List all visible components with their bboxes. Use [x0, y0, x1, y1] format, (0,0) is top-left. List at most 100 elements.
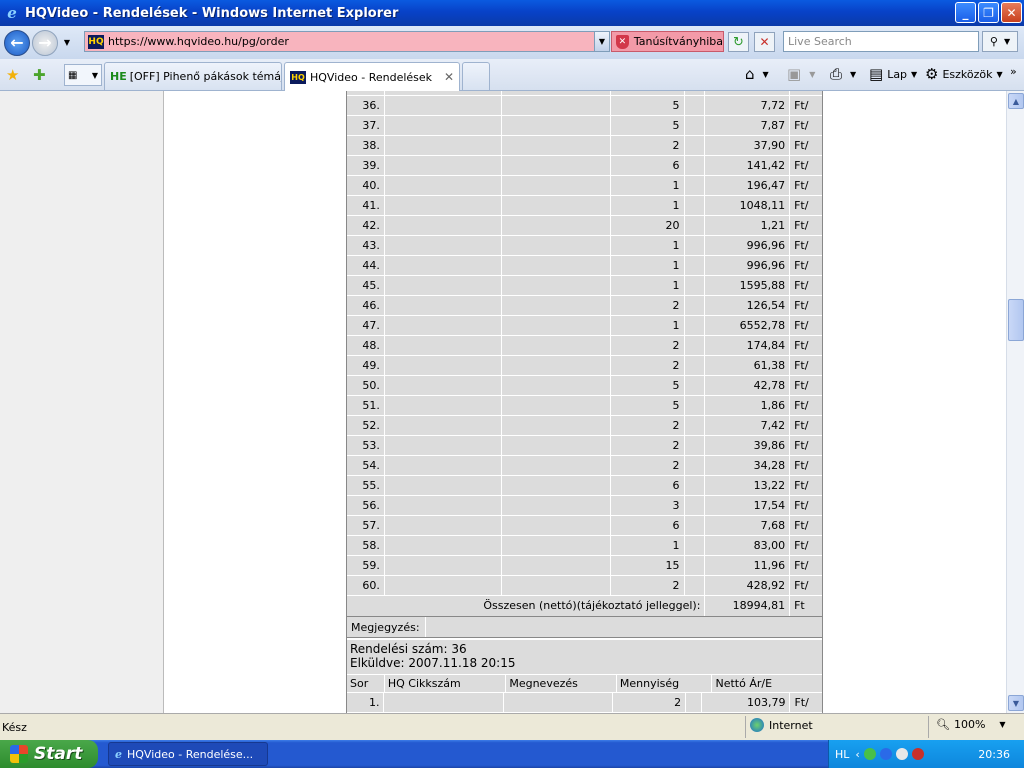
page-menu[interactable]: ▤ Lap ▼ — [869, 65, 917, 83]
row-spacer — [685, 356, 706, 375]
row-megnevezes — [502, 236, 611, 255]
security-zone[interactable]: Internet — [750, 718, 813, 732]
taskbar-item-label: HQVideo - Rendelése... — [127, 747, 254, 761]
tray-app-icon[interactable] — [879, 748, 892, 760]
row-ar: 996,96 — [705, 256, 791, 275]
new-tab-button[interactable] — [462, 62, 490, 90]
close-button[interactable]: ✕ — [1001, 2, 1022, 23]
table-row: 1. 2 103,79 Ft/ — [347, 693, 822, 713]
minimize-button[interactable]: _ — [955, 2, 976, 23]
row-megnevezes — [502, 436, 611, 455]
quick-tabs-button[interactable]: ▦ ▼ — [64, 64, 102, 86]
row-cikkszam — [385, 236, 503, 255]
row-mennyiseg: 15 — [611, 556, 685, 575]
table-row: 55. 6 13,22 Ft/ — [347, 476, 822, 496]
row-spacer — [685, 576, 706, 595]
row-spacer — [686, 693, 702, 712]
row-cikkszam — [385, 156, 503, 175]
address-bar[interactable]: HQ https://www.hqvideo.hu/pg/order ▼ — [84, 31, 610, 52]
address-dropdown-icon[interactable]: ▼ — [594, 32, 609, 51]
back-button[interactable]: ← — [4, 29, 30, 56]
row-cikkszam — [385, 536, 503, 555]
tab-hqvideo[interactable]: HQ HQVideo - Rendelések ✕ — [284, 62, 460, 91]
close-tab-icon[interactable]: ✕ — [444, 70, 454, 84]
row-ar: 1,86 — [705, 396, 791, 415]
table-row: 40. 1 196,47 Ft/ — [347, 176, 822, 196]
forward-button[interactable]: → — [32, 29, 58, 56]
row-ar: 126,54 — [705, 296, 791, 315]
order-header: Rendelési szám: 36 Elküldve: 2007.11.18 … — [347, 640, 822, 674]
print-button[interactable]: ⎙ ▼ — [830, 65, 856, 83]
search-input[interactable]: Live Search — [783, 31, 979, 52]
scroll-up-button[interactable]: ▲ — [1008, 93, 1024, 109]
start-button[interactable]: Start — [0, 740, 98, 768]
zoom-dropdown-icon[interactable]: ▼ — [999, 720, 1005, 729]
vertical-scrollbar[interactable]: ▲ ▼ — [1006, 91, 1024, 713]
tab-label: [OFF] Pihenő pákások témáj... — [129, 70, 282, 83]
tray-expand-icon[interactable]: ‹ — [855, 748, 859, 761]
row-megnevezes — [502, 276, 611, 295]
row-spacer — [685, 556, 706, 575]
row-cikkszam — [385, 116, 503, 135]
row-megnevezes — [502, 216, 611, 235]
row-megnevezes — [502, 556, 611, 575]
row-mennyiseg: 2 — [611, 436, 685, 455]
taskbar-item-ie[interactable]: e HQVideo - Rendelése... — [108, 742, 268, 766]
row-currency: Ft/ — [794, 539, 809, 552]
zoom-level: 100% — [953, 718, 986, 731]
search-button[interactable]: ⚲ ▼ — [982, 31, 1018, 52]
table-row: 48. 2 174,84 Ft/ — [347, 336, 822, 356]
table-row: 51. 5 1,86 Ft/ — [347, 396, 822, 416]
tray-network-icon[interactable] — [863, 748, 876, 760]
table-row: 58. 1 83,00 Ft/ — [347, 536, 822, 556]
tab-list-dropdown-icon[interactable]: ▼ — [92, 71, 98, 80]
more-chevron-icon[interactable]: » — [1010, 65, 1017, 78]
quick-tabs-icon: ▦ — [68, 69, 78, 81]
language-indicator[interactable]: HL — [835, 748, 849, 761]
row-mennyiseg: 1 — [611, 196, 685, 215]
favorites-star-icon[interactable]: ★ — [6, 66, 19, 84]
row-sor: 59. — [347, 556, 385, 575]
zoom-control[interactable]: 🔍︎ 100% ▼ — [936, 718, 1006, 731]
row-ar: 13,22 — [705, 476, 791, 495]
start-label: Start — [34, 744, 83, 764]
home-button[interactable]: ⌂ ▼ — [745, 65, 769, 83]
address-url[interactable]: https://www.hqvideo.hu/pg/order — [108, 35, 594, 48]
row-currency: Ft/ — [794, 119, 809, 132]
row-currency: Ft/ — [794, 696, 809, 709]
restore-button[interactable]: ❐ — [978, 2, 999, 23]
row-sor: 46. — [347, 296, 385, 315]
row-mennyiseg: 2 — [613, 693, 687, 712]
row-spacer — [685, 216, 706, 235]
row-currency: Ft/ — [794, 519, 809, 532]
stop-button[interactable]: ✕ — [754, 32, 775, 52]
feeds-button[interactable]: ▣ ▼ — [787, 65, 815, 83]
refresh-button[interactable]: ↻ — [728, 32, 749, 52]
tray-security-icon[interactable] — [911, 748, 924, 760]
tab-forum[interactable]: HE [OFF] Pihenő pákások témáj... — [104, 62, 282, 90]
row-cikkszam — [385, 476, 503, 495]
history-dropdown-icon[interactable]: ▼ — [60, 38, 74, 47]
note-row: Megjegyzés: — [347, 617, 822, 638]
scroll-down-button[interactable]: ▼ — [1008, 695, 1024, 711]
row-cikkszam — [385, 516, 503, 535]
tools-menu[interactable]: ⚙ Eszközök ▼ — [925, 65, 1003, 83]
table-row: 52. 2 7,42 Ft/ — [347, 416, 822, 436]
scroll-thumb[interactable] — [1008, 299, 1024, 341]
row-spacer — [685, 276, 706, 295]
row-megnevezes — [502, 96, 611, 115]
certificate-error-button[interactable]: ✕ Tanúsítványhiba — [611, 31, 724, 52]
row-currency: Ft/ — [794, 219, 809, 232]
order-table: 36. 5 7,72 Ft/37. 5 7,87 Ft/38. 2 37,90 Ft/39. 6 14… — [346, 91, 823, 713]
row-megnevezes — [502, 576, 611, 595]
row-ar: 7,68 — [705, 516, 791, 535]
row-megnevezes — [502, 536, 611, 555]
row-ar: 42,78 — [705, 376, 791, 395]
total-row: Összesen (nettó)(tájékoztató jelleggel):… — [347, 596, 822, 617]
tray-volume-icon[interactable] — [895, 748, 908, 760]
site-favicon-icon: HQ — [88, 34, 104, 49]
row-megnevezes — [502, 136, 611, 155]
add-favorite-icon[interactable]: ✚ — [33, 66, 46, 84]
row-ar: 83,00 — [705, 536, 791, 555]
table-row: 53. 2 39,86 Ft/ — [347, 436, 822, 456]
